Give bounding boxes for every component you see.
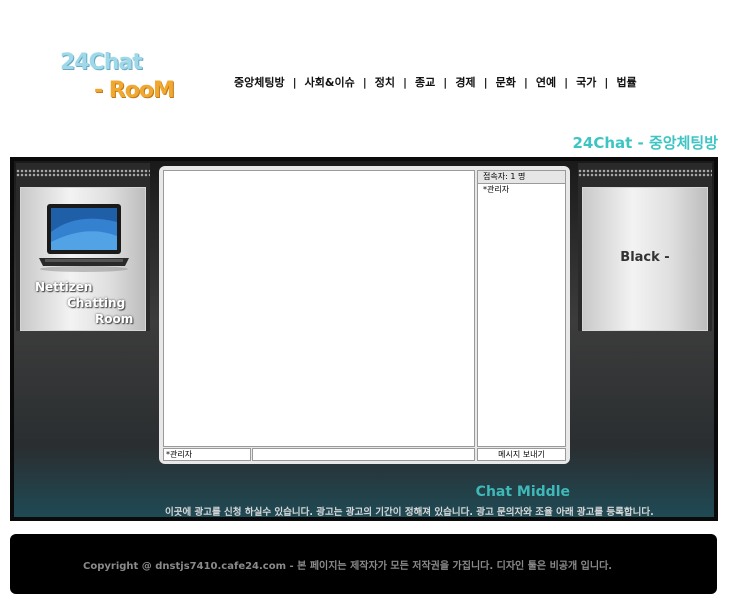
nav-separator: | [564,75,569,89]
panel-text-nettizen: Nettizen [35,280,93,294]
nav-item-nation[interactable]: 국가 [570,74,602,90]
footer: Copyright @ dnstjs7410.cafe24.com - 본 페이… [10,534,717,594]
nav-item-culture[interactable]: 문화 [490,74,522,90]
right-panel-banner: Black - [582,187,708,331]
left-panel-banner: Nettizen Chatting Room [20,187,146,331]
chat-middle-label: Chat Middle [475,484,570,500]
chat-messages-area[interactable] [163,170,475,447]
ad-notice: 이곳에 광고를 신청 하실수 있습니다. 광고는 광고의 기간이 정해져 있습니… [165,507,654,518]
nav-item-central-chat[interactable]: 중앙체팅방 [228,74,291,90]
logo-line-2: - RooM [94,78,175,103]
nav-separator: | [443,75,448,89]
nav-item-law[interactable]: 법률 [610,74,642,90]
site-logo[interactable]: 24Chat - RooM [60,50,200,110]
send-message-button[interactable]: 메시지 보내기 [477,448,566,461]
chat-window: 접속자: 1 명 *관리자 *관리자 메시지 보내기 [159,166,570,464]
laptop-icon [39,204,129,272]
nav-separator: | [403,75,408,89]
panel-dots-decoration [578,169,712,177]
user-list-item[interactable]: *관리자 [478,184,565,196]
nickname-field[interactable]: *관리자 [163,448,251,461]
nav-separator: | [604,75,609,89]
page-title: 24Chat - 중앙체팅방 [572,134,718,152]
panel-dots-decoration [16,169,150,177]
nav-separator: | [483,75,488,89]
right-panel-text: Black - [620,250,670,265]
user-list[interactable]: 접속자: 1 명 *관리자 [477,170,566,447]
main-nav: 중앙체팅방 | 사회&이슈 | 정치 | 종교 | 경제 | 문화 | 연예 |… [228,72,643,92]
nav-item-religion[interactable]: 종교 [409,74,441,90]
nav-separator: | [523,75,528,89]
user-count-label: 접속자: 1 명 [478,171,565,184]
logo-line-1: 24Chat [60,50,143,75]
nav-item-politics[interactable]: 정치 [369,74,401,90]
right-panel: Black - [578,163,712,331]
footer-copyright: Copyright @ dnstjs7410.cafe24.com - 본 페이… [83,561,613,572]
nav-item-economy[interactable]: 경제 [449,74,481,90]
left-panel: Nettizen Chatting Room [16,163,150,331]
nav-item-entertainment[interactable]: 연예 [530,74,562,90]
nav-separator: | [292,75,297,89]
nav-separator: | [362,75,367,89]
panel-text-chatting: Chatting [67,296,126,310]
nav-item-society-issues[interactable]: 사회&이슈 [299,74,361,90]
panel-text-room: Room [95,312,134,326]
message-input[interactable] [252,448,475,461]
